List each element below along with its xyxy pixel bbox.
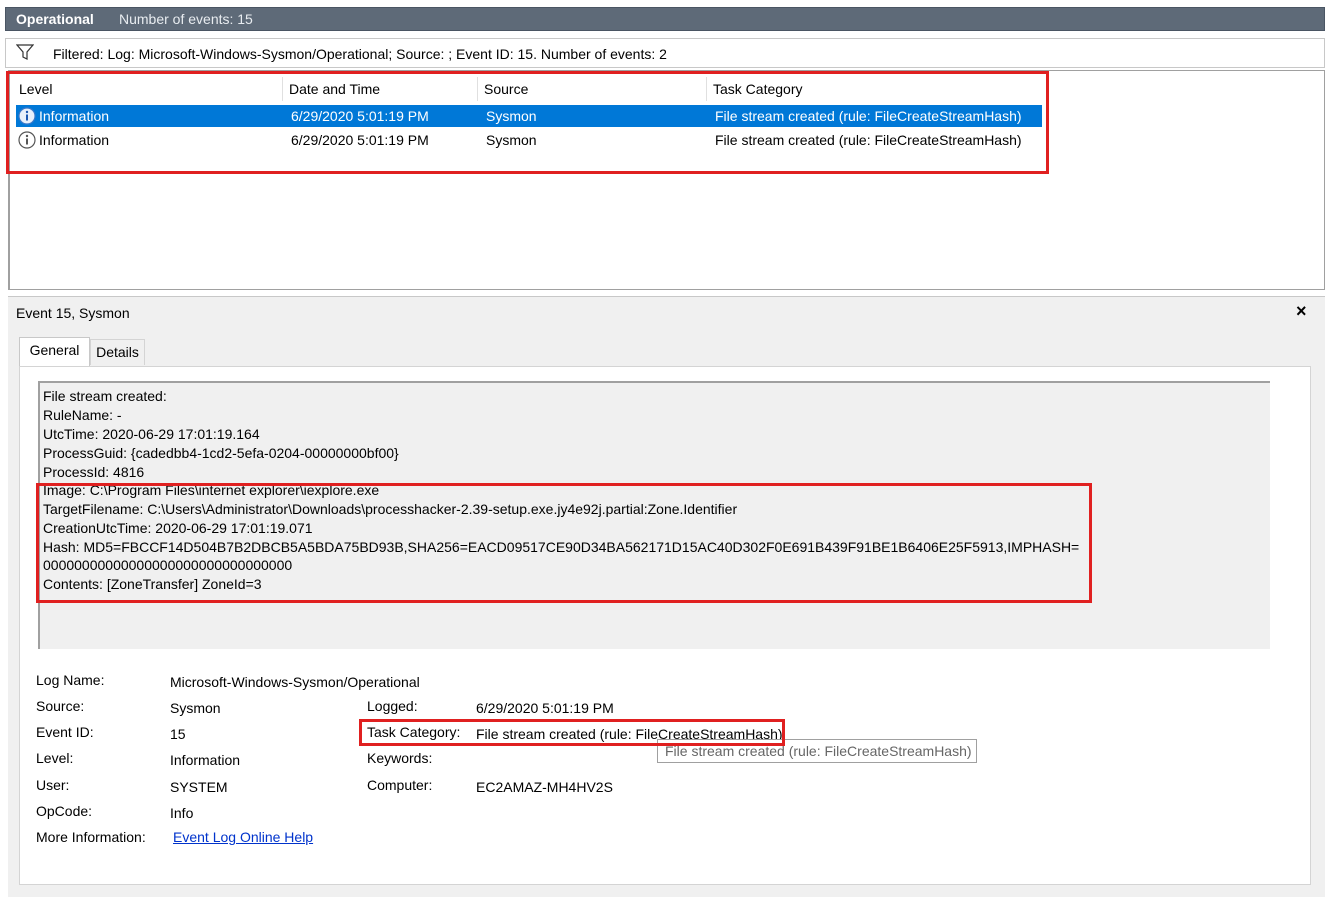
close-icon[interactable]: × — [1296, 301, 1307, 322]
event-id-label: Event ID: — [36, 724, 94, 740]
opcode-label: OpCode: — [36, 803, 93, 819]
user-value: SYSTEM — [170, 779, 228, 795]
event-detail-panel: Event 15, Sysmon × General Details File … — [8, 296, 1325, 897]
source-value: Sysmon — [170, 700, 221, 716]
computer-label: Computer: — [367, 777, 433, 793]
description-line: 00000000000000000000000000000000 — [43, 557, 293, 573]
row-source: Sysmon — [486, 132, 537, 148]
logged-label: Logged: — [367, 698, 418, 714]
event-row[interactable]: Information 6/29/2020 5:01:19 PM Sysmon … — [16, 105, 1042, 127]
source-label: Source: — [36, 698, 85, 714]
row-datetime: 6/29/2020 5:01:19 PM — [291, 132, 429, 148]
level-label: Level: — [36, 750, 74, 766]
tab-details[interactable]: Details — [90, 339, 145, 365]
filter-description: Filtered: Log: Microsoft-Windows-Sysmon/… — [53, 46, 667, 62]
column-header-date-time[interactable]: Date and Time — [289, 81, 380, 97]
log-name-value: Microsoft-Windows-Sysmon/Operational — [170, 674, 420, 690]
information-icon — [18, 131, 36, 149]
description-line: Contents: [ZoneTransfer] ZoneId=3 — [43, 576, 262, 592]
row-datetime: 6/29/2020 5:01:19 PM — [291, 108, 429, 124]
computer-value: EC2AMAZ-MH4HV2S — [476, 779, 613, 795]
log-header-bar: Operational Number of events: 15 — [5, 7, 1325, 31]
event-log-online-help-link[interactable]: Event Log Online Help — [173, 829, 313, 845]
filter-icon[interactable] — [16, 44, 34, 60]
description-line: File stream created: — [43, 388, 167, 404]
description-line: RuleName: - — [43, 407, 122, 423]
description-line: TargetFilename: C:\Users\Administrator\D… — [43, 501, 738, 517]
logged-value: 6/29/2020 5:01:19 PM — [476, 700, 614, 716]
event-title: Event 15, Sysmon — [16, 305, 130, 321]
opcode-value: Info — [170, 805, 194, 821]
description-line: Image: C:\Program Files\internet explore… — [43, 482, 380, 498]
description-line: ProcessId: 4816 — [43, 464, 145, 480]
tab-general[interactable]: General — [19, 337, 90, 367]
task-category-label: Task Category: — [367, 724, 461, 740]
row-task-category: File stream created (rule: FileCreateStr… — [715, 132, 1022, 148]
user-label: User: — [36, 777, 70, 793]
log-title: Operational — [16, 11, 94, 27]
level-value: Information — [170, 752, 241, 768]
row-level: Information — [39, 132, 110, 148]
more-information-label: More Information: — [36, 829, 146, 845]
row-source: Sysmon — [486, 108, 537, 124]
column-header-source[interactable]: Source — [484, 81, 528, 97]
column-header-level[interactable]: Level — [19, 81, 52, 97]
column-header-task-category[interactable]: Task Category — [713, 81, 802, 97]
event-row[interactable]: Information 6/29/2020 5:01:19 PM Sysmon … — [16, 129, 1042, 151]
description-line: UtcTime: 2020-06-29 17:01:19.164 — [43, 426, 260, 442]
general-tab-pane: File stream created: RuleName: - UtcTime… — [19, 366, 1311, 885]
description-line: CreationUtcTime: 2020-06-29 17:01:19.071 — [43, 520, 313, 536]
log-name-label: Log Name: — [36, 672, 105, 688]
description-line: ProcessGuid: {cadedbb4-1cd2-5efa-0204-00… — [43, 445, 399, 461]
row-task-category: File stream created (rule: FileCreateStr… — [715, 108, 1022, 124]
task-category-tooltip: File stream created (rule: FileCreateStr… — [657, 739, 977, 763]
keywords-label: Keywords: — [367, 750, 433, 766]
information-icon — [18, 107, 36, 125]
event-description[interactable]: File stream created: RuleName: - UtcTime… — [38, 381, 1270, 649]
event-id-value: 15 — [170, 726, 186, 742]
event-list: Level Date and Time Source Task Category… — [8, 70, 1325, 290]
filter-bar: Filtered: Log: Microsoft-Windows-Sysmon/… — [5, 38, 1325, 68]
description-line: Hash: MD5=FBCCF14D504B7B2DBCB5A5BDA75BD9… — [43, 539, 1080, 555]
event-count: Number of events: 15 — [119, 11, 253, 27]
row-level: Information — [39, 108, 110, 124]
